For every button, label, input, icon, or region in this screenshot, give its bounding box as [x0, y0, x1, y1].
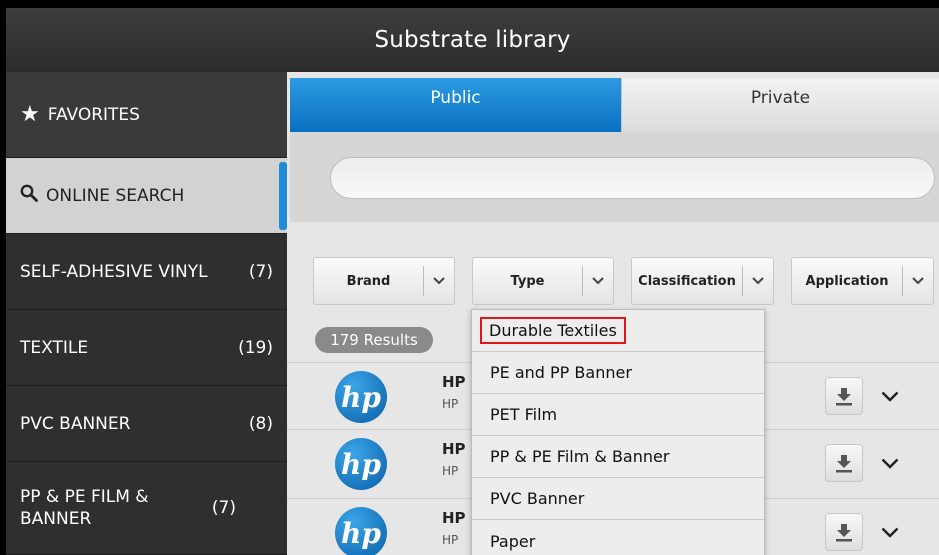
- logo-text: hp: [341, 447, 381, 481]
- option-label: PP & PE Film & Banner: [490, 447, 670, 466]
- filter-label: Type: [510, 273, 545, 289]
- item-subtitle: HP: [442, 533, 459, 547]
- sidebar-item-count: (7): [211, 498, 236, 518]
- sidebar-item-label: PVC BANNER: [20, 413, 131, 434]
- star-icon: ★: [20, 102, 40, 127]
- expand-chevron-icon[interactable]: [877, 383, 903, 409]
- option-label: PET Film: [490, 405, 558, 424]
- sidebar-item-label: SELF-ADHESIVE VINYL: [20, 261, 208, 282]
- tab-public[interactable]: Public: [290, 78, 621, 132]
- results-count-badge: 179 Results: [315, 327, 433, 353]
- filter-brand-dropdown[interactable]: Brand: [313, 257, 455, 305]
- hp-logo: hp: [335, 371, 387, 423]
- window-title: Substrate library: [374, 27, 571, 53]
- chevron-down-icon: [743, 274, 773, 288]
- sidebar-item-self-adhesive-vinyl[interactable]: SELF-ADHESIVE VINYL (7): [6, 234, 287, 310]
- item-title: HP: [442, 373, 466, 391]
- sidebar-item-favorites[interactable]: ★ FAVORITES: [6, 72, 287, 158]
- results-count: 179 Results: [330, 331, 418, 349]
- search-area: [290, 132, 939, 222]
- search-input[interactable]: [330, 157, 935, 199]
- item-subtitle: HP: [442, 397, 459, 411]
- item-subtitle: HP: [442, 464, 459, 478]
- item-title: HP: [442, 509, 466, 527]
- dropdown-option-pp-pe-film-banner[interactable]: PP & PE Film & Banner: [472, 436, 764, 478]
- dropdown-option-pe-pp-banner[interactable]: PE and PP Banner: [472, 352, 764, 394]
- sidebar-item-count: (19): [238, 337, 273, 358]
- sidebar-item-label: TEXTILE: [20, 337, 89, 358]
- sidebar: ★ FAVORITES ONLINE SEARCH SELF-ADHESIVE …: [6, 72, 287, 555]
- tab-label: Public: [430, 88, 481, 108]
- option-label: Durable Textiles: [480, 317, 626, 344]
- type-dropdown-menu: Durable Textiles PE and PP Banner PET Fi…: [471, 309, 765, 555]
- hp-logo: hp: [335, 438, 387, 490]
- item-title: HP: [442, 440, 466, 458]
- app-frame: Substrate library ★ FAVORITES ONLINE SEA…: [6, 8, 939, 555]
- filter-application-dropdown[interactable]: Application: [791, 257, 934, 305]
- filter-label: Brand: [346, 273, 391, 289]
- sidebar-item-pvc-banner[interactable]: PVC BANNER (8): [6, 386, 287, 462]
- dropdown-option-pet-film[interactable]: PET Film: [472, 394, 764, 436]
- filter-type-dropdown[interactable]: Type: [472, 257, 614, 305]
- download-button[interactable]: [825, 513, 863, 551]
- download-icon: [836, 388, 852, 406]
- dropdown-option-paper[interactable]: Paper: [472, 520, 764, 555]
- filter-label: Classification: [638, 273, 736, 289]
- title-bar: Substrate library: [6, 8, 939, 72]
- sidebar-item-label: FAVORITES: [47, 104, 140, 125]
- sidebar-item-label: ONLINE SEARCH: [46, 185, 185, 206]
- chevron-down-icon: [583, 274, 613, 288]
- sidebar-item-textile[interactable]: TEXTILE (19): [6, 310, 287, 386]
- expand-chevron-icon[interactable]: [877, 450, 903, 476]
- chevron-down-icon: [903, 274, 933, 288]
- download-icon: [836, 524, 852, 542]
- download-icon: [836, 455, 852, 473]
- sidebar-item-pp-pe-film-banner[interactable]: PP & PE FILM & BANNER (7): [6, 462, 287, 555]
- logo-text: hp: [341, 380, 381, 414]
- tab-private[interactable]: Private: [621, 78, 939, 132]
- tab-label: Private: [750, 88, 811, 108]
- hp-logo: hp: [335, 507, 387, 555]
- dropdown-option-durable-textiles[interactable]: Durable Textiles: [472, 310, 764, 352]
- logo-text: hp: [341, 516, 381, 550]
- expand-chevron-icon[interactable]: [877, 519, 903, 545]
- download-button[interactable]: [825, 444, 863, 482]
- sidebar-item-label: PP & PE FILM & BANNER: [20, 487, 149, 529]
- option-label: Paper: [490, 531, 536, 551]
- filter-label: Application: [805, 273, 889, 289]
- sidebar-item-count: (8): [248, 413, 273, 434]
- option-label: PE and PP Banner: [490, 363, 632, 382]
- search-icon: [20, 184, 38, 207]
- download-button[interactable]: [825, 377, 863, 415]
- filter-classification-dropdown[interactable]: Classification: [631, 257, 774, 305]
- scroll-indicator: [279, 162, 287, 230]
- sidebar-item-count: (7): [248, 261, 273, 282]
- chevron-down-icon: [424, 274, 454, 288]
- option-label: PVC Banner: [490, 489, 585, 508]
- sidebar-item-online-search[interactable]: ONLINE SEARCH: [6, 158, 287, 234]
- dropdown-option-pvc-banner[interactable]: PVC Banner: [472, 478, 764, 520]
